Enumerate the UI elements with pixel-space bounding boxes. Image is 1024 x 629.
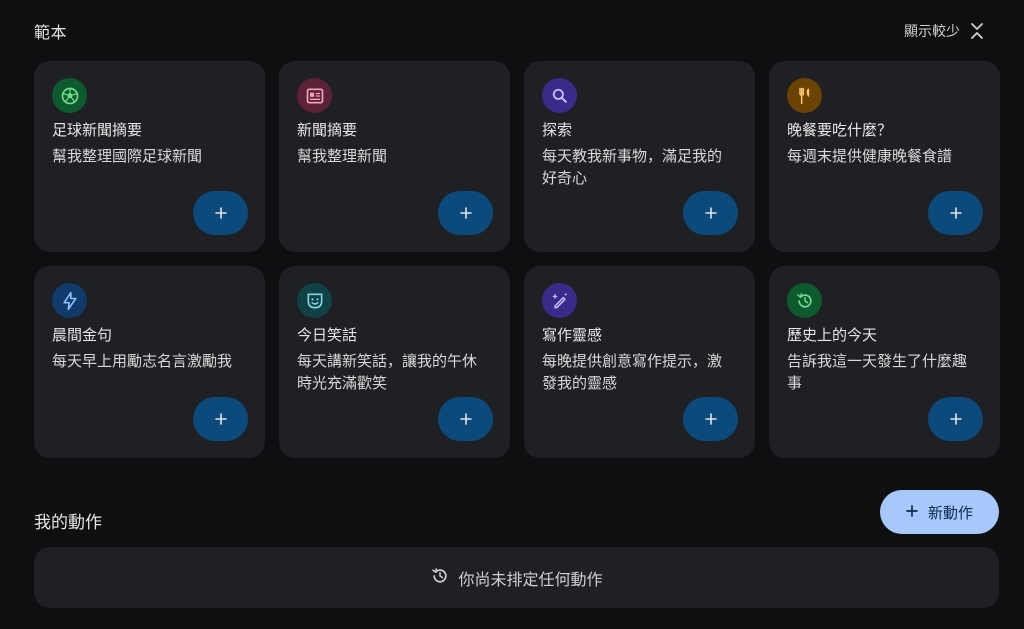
- template-card-writing[interactable]: 寫作靈感 每晚提供創意寫作提示，激發我的靈感: [524, 266, 755, 458]
- template-card-morning-quote[interactable]: 晨間金句 每天早上用勵志名言激勵我: [34, 266, 265, 458]
- show-less-toggle[interactable]: 顯示較少: [904, 21, 984, 41]
- my-actions-empty-state: 你尚未排定任何動作: [34, 547, 999, 608]
- lightning-icon: [52, 283, 87, 318]
- new-action-label: 新動作: [927, 503, 973, 522]
- page: 範本 顯示較少 足球新聞摘要 幫我整理國際足球新聞 新聞摘要 幫我整理新聞 探索…: [0, 0, 1024, 629]
- template-card-joke[interactable]: 今日笑話 每天講新笑話，讓我的午休時光充滿歡笑: [279, 266, 510, 458]
- smiley-mask-icon: [297, 283, 332, 318]
- add-template-button[interactable]: [928, 191, 983, 235]
- soccer-ball-icon: [52, 78, 87, 113]
- template-card-description: 幫我整理國際足球新聞: [52, 147, 203, 165]
- template-card-description: 每天早上用勵志名言激勵我: [52, 352, 233, 370]
- add-template-button[interactable]: [193, 397, 248, 441]
- plus-icon: [906, 503, 918, 521]
- magic-pen-icon: [542, 283, 577, 318]
- plus-icon: [949, 410, 962, 429]
- template-card-title: 晨間金句: [52, 326, 113, 344]
- collapse-chevrons-icon: [970, 22, 984, 40]
- add-template-button[interactable]: [928, 397, 983, 441]
- template-card-title: 今日笑話: [297, 326, 358, 344]
- history-icon: [787, 283, 822, 318]
- template-card-title: 足球新聞摘要: [52, 121, 143, 139]
- empty-state-message: 你尚未排定任何動作: [458, 569, 603, 589]
- template-card-explore[interactable]: 探索 每天教我新事物，滿足我的好奇心: [524, 61, 755, 252]
- templates-title: 範本: [34, 23, 68, 42]
- template-card-description: 每天教我新事物，滿足我的好奇心: [542, 147, 723, 187]
- template-card-title: 寫作靈感: [542, 326, 603, 344]
- my-actions-title: 我的動作: [34, 513, 102, 533]
- plus-icon: [459, 204, 472, 223]
- template-card-history[interactable]: 歷史上的今天 告訴我這一天發生了什麼趣事: [769, 266, 1000, 458]
- template-grid: 足球新聞摘要 幫我整理國際足球新聞 新聞摘要 幫我整理新聞 探索 每天教我新事物…: [34, 61, 1000, 458]
- show-less-label: 顯示較少: [904, 24, 960, 40]
- template-card-description: 每晚提供創意寫作提示，激發我的靈感: [542, 352, 723, 392]
- plus-icon: [214, 410, 227, 429]
- fork-knife-icon: [787, 78, 822, 113]
- plus-icon: [949, 204, 962, 223]
- template-card-soccer[interactable]: 足球新聞摘要 幫我整理國際足球新聞: [34, 61, 265, 252]
- add-template-button[interactable]: [683, 191, 738, 235]
- template-card-description: 告訴我這一天發生了什麼趣事: [787, 352, 968, 392]
- history-icon: [430, 566, 450, 590]
- template-card-description: 每週末提供健康晚餐食譜: [787, 147, 953, 165]
- plus-icon: [704, 204, 717, 223]
- my-actions-header: 我的動作 新動作: [34, 490, 999, 534]
- template-card-description: 幫我整理新聞: [297, 147, 388, 165]
- add-template-button[interactable]: [683, 397, 738, 441]
- plus-icon: [704, 410, 717, 429]
- add-template-button[interactable]: [193, 191, 248, 235]
- add-template-button[interactable]: [438, 191, 493, 235]
- plus-icon: [214, 204, 227, 223]
- template-card-description: 每天講新笑話，讓我的午休時光充滿歡笑: [297, 352, 478, 392]
- template-card-title: 晚餐要吃什麼？: [787, 121, 893, 139]
- template-card-title: 探索: [542, 121, 573, 139]
- template-card-title: 歷史上的今天: [787, 326, 878, 344]
- plus-icon: [459, 410, 472, 429]
- template-card-title: 新聞摘要: [297, 121, 358, 139]
- template-card-news[interactable]: 新聞摘要 幫我整理新聞: [279, 61, 510, 252]
- search-icon: [542, 78, 577, 113]
- new-action-button[interactable]: 新動作: [880, 490, 999, 534]
- template-card-dinner[interactable]: 晚餐要吃什麼？ 每週末提供健康晚餐食譜: [769, 61, 1000, 252]
- add-template-button[interactable]: [438, 397, 493, 441]
- templates-header: 範本 顯示較少: [34, 14, 984, 48]
- newspaper-icon: [297, 78, 332, 113]
